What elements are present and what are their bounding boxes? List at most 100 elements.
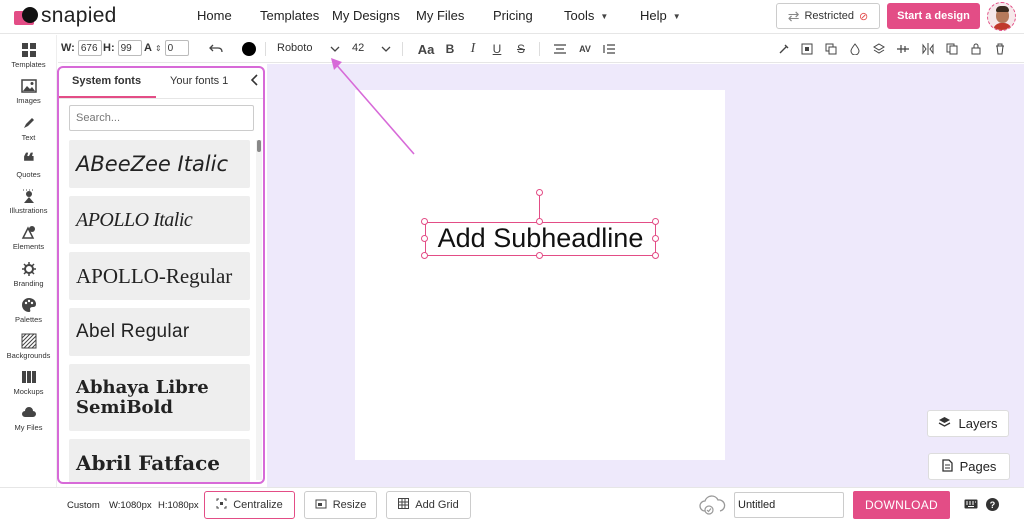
font-search-input[interactable]: Search... xyxy=(69,105,254,131)
help-icon[interactable]: ? xyxy=(986,498,999,511)
bold-icon[interactable]: B xyxy=(442,40,458,58)
sidebar-item-label: Text xyxy=(21,133,36,142)
layers-icon[interactable] xyxy=(871,40,887,58)
download-button[interactable]: DOWNLOAD xyxy=(853,491,950,519)
tab-system-fonts[interactable]: System fonts xyxy=(72,75,141,87)
opacity-icon[interactable] xyxy=(847,40,863,58)
height-input[interactable]: 99 xyxy=(117,40,142,56)
layers-button[interactable]: Layers xyxy=(927,410,1009,437)
bottom-bar: Custom W:1080px H:1080px Centralize Resi… xyxy=(0,487,1024,521)
collapse-panel-icon[interactable] xyxy=(250,73,258,89)
width-input[interactable]: 676 xyxy=(77,40,102,56)
nav-tools-label: Tools xyxy=(564,8,595,23)
sidebar-item-label: Illustrations xyxy=(9,206,48,215)
palette-icon xyxy=(21,297,37,313)
scrollbar-thumb[interactable] xyxy=(257,140,261,152)
letter-spacing-icon[interactable]: AV xyxy=(577,40,593,58)
nav-home[interactable]: Home xyxy=(197,8,232,23)
font-option-apollo-regular[interactable]: APOLLO-Regular xyxy=(69,252,250,300)
resize-handle-top-right[interactable] xyxy=(652,218,659,225)
angle-label: A xyxy=(144,42,152,54)
grid-icon xyxy=(398,498,410,512)
sidebar-item-backgrounds[interactable]: Backgrounds xyxy=(0,333,57,360)
sidebar-item-label: Mockups xyxy=(13,387,44,396)
font-family-select[interactable]: Roboto xyxy=(277,42,312,54)
line-height-icon[interactable] xyxy=(601,40,617,58)
pen-icon xyxy=(21,115,37,131)
add-grid-button[interactable]: Add Grid xyxy=(386,491,471,519)
sidebar-item-illustrations[interactable]: Illustrations xyxy=(0,188,57,215)
font-option-abril-fatface[interactable]: Abril Fatface xyxy=(69,439,250,482)
chevron-down-icon: ▼ xyxy=(672,12,681,22)
sidebar-item-mockups[interactable]: Mockups xyxy=(0,369,57,396)
sidebar-item-elements[interactable]: Elements xyxy=(0,224,57,251)
resize-handle-bottom-left[interactable] xyxy=(421,252,428,259)
duplicate-icon[interactable] xyxy=(944,40,960,58)
image-icon xyxy=(20,78,37,94)
resize-button[interactable]: Resize xyxy=(304,491,377,519)
font-panel: System fonts Your fonts 1 Search... ABee… xyxy=(57,66,265,484)
keyboard-icon[interactable] xyxy=(964,499,978,512)
position-icon[interactable] xyxy=(799,40,815,58)
sidebar-item-palettes[interactable]: Palettes xyxy=(0,297,57,324)
design-title-input[interactable]: Untitled xyxy=(734,492,844,518)
size-preset: Custom xyxy=(67,500,100,511)
resize-handle-left[interactable] xyxy=(421,235,428,242)
restricted-button[interactable]: ⇄ Restricted ⊘ xyxy=(776,3,880,29)
resize-handle-bottom-right[interactable] xyxy=(652,252,659,259)
sidebar-item-branding[interactable]: Branding xyxy=(0,261,57,288)
sidebar-item-quotes[interactable]: ❝ Quotes xyxy=(0,149,57,180)
strikethrough-icon[interactable]: S xyxy=(513,40,529,58)
resize-icon xyxy=(315,499,327,512)
resize-handle-top[interactable] xyxy=(536,218,543,225)
sidebar-item-templates[interactable]: Templates xyxy=(0,42,57,69)
swap-arrows-icon: ⇄ xyxy=(787,7,800,24)
resize-handle-top-left[interactable] xyxy=(421,218,428,225)
nav-templates[interactable]: Templates xyxy=(260,8,319,23)
canvas-width: W:1080px xyxy=(109,500,152,511)
lock-icon[interactable] xyxy=(968,40,984,58)
undo-icon[interactable] xyxy=(208,40,224,58)
sidebar-item-label: Images xyxy=(16,96,41,105)
nav-help[interactable]: Help ▼ xyxy=(640,8,681,23)
flip-icon[interactable] xyxy=(920,40,936,58)
start-design-button[interactable]: Start a design xyxy=(887,3,980,29)
arrange-icon[interactable] xyxy=(823,40,839,58)
avatar[interactable] xyxy=(987,2,1016,31)
quote-icon: ❝ xyxy=(22,149,35,174)
shapes-icon xyxy=(21,224,37,240)
align-vertical-icon[interactable] xyxy=(895,40,911,58)
align-center-icon[interactable] xyxy=(552,40,568,58)
resize-handle-right[interactable] xyxy=(652,235,659,242)
tab-your-fonts[interactable]: Your fonts 1 xyxy=(170,75,228,87)
font-option-apollo-italic[interactable]: APOLLO Italic xyxy=(69,196,250,244)
nav-my-designs[interactable]: My Designs xyxy=(332,8,400,23)
underline-icon[interactable]: U xyxy=(489,40,505,58)
italic-icon[interactable]: I xyxy=(465,40,481,58)
resize-handle-bottom[interactable] xyxy=(536,252,543,259)
rotate-handle[interactable] xyxy=(536,189,543,196)
nav-help-label: Help xyxy=(640,8,667,23)
nav-pricing[interactable]: Pricing xyxy=(493,8,533,23)
nav-my-files[interactable]: My Files xyxy=(416,8,464,23)
sidebar-item-label: Templates xyxy=(11,60,46,69)
trash-icon[interactable] xyxy=(992,40,1008,58)
text-color-swatch[interactable] xyxy=(242,42,256,56)
sidebar-item-my-files[interactable]: My Files xyxy=(0,405,57,432)
top-navigation: snapied Home Templates My Designs My Fil… xyxy=(0,0,1024,34)
angle-input[interactable]: 0 xyxy=(164,40,189,56)
nav-tools[interactable]: Tools ▼ xyxy=(564,8,608,23)
font-option-abel-regular[interactable]: Abel Regular xyxy=(69,308,250,356)
sidebar-item-label: Elements xyxy=(12,242,45,251)
font-option-abeezee-italic[interactable]: ABeeZee Italic xyxy=(69,140,250,188)
divider xyxy=(59,98,263,99)
pages-button[interactable]: Pages xyxy=(928,453,1010,480)
logo[interactable]: snapied xyxy=(14,3,117,29)
sidebar-item-text[interactable]: Text xyxy=(0,115,57,142)
centralize-button[interactable]: Centralize xyxy=(204,491,295,519)
font-option-abhaya-libre-semibold[interactable]: Abhaya Libre SemiBold xyxy=(69,364,250,431)
sidebar-item-images[interactable]: Images xyxy=(0,78,57,105)
eyedropper-icon[interactable] xyxy=(776,40,792,58)
left-sidebar: Templates Images Text ❝ Quotes Illustrat… xyxy=(0,35,57,487)
font-list-scrollbar[interactable] xyxy=(256,140,262,480)
